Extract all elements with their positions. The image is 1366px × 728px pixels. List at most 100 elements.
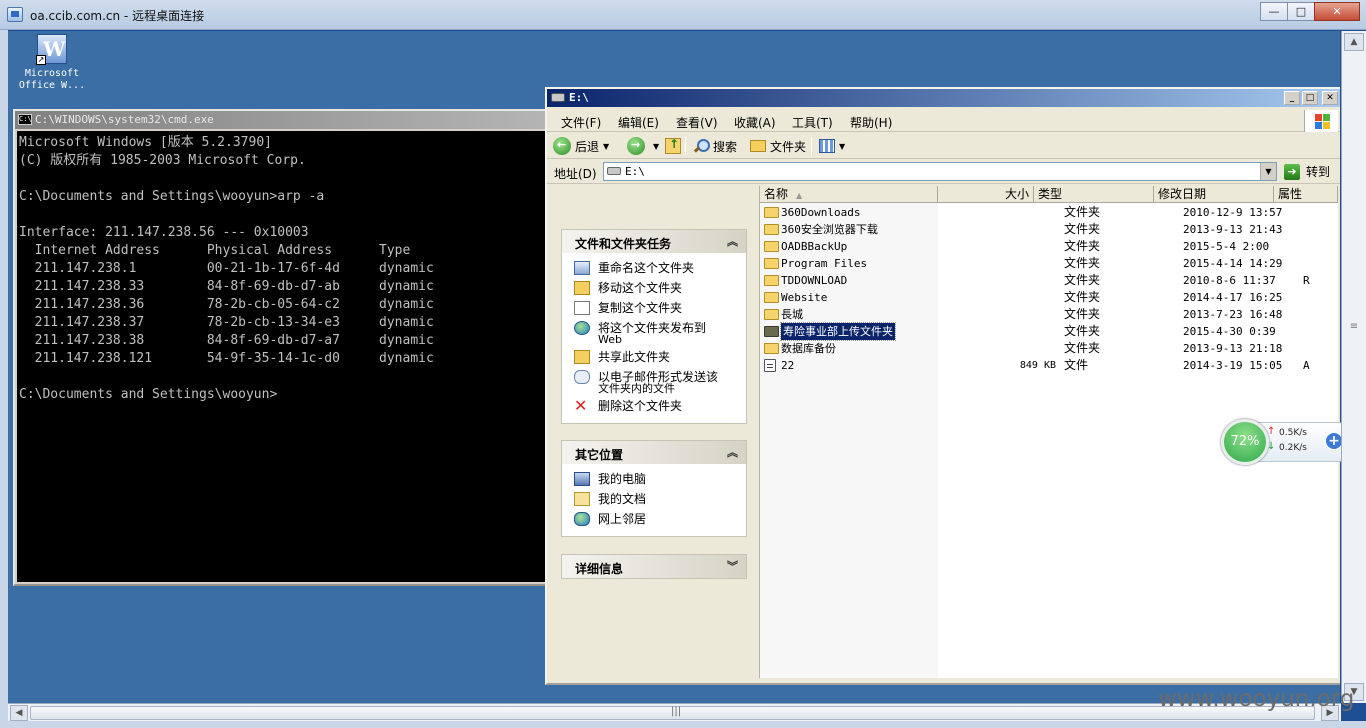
views-button[interactable]: ▼	[819, 136, 845, 156]
column-size[interactable]: 大小	[938, 186, 1034, 203]
task-link[interactable]: 重命名这个文件夹	[574, 259, 746, 279]
rdp-vertical-scrollbar[interactable]: ▲ ≡ ▼	[1341, 31, 1366, 703]
rdp-title-bar[interactable]: oa.ccib.com.cn - 远程桌面连接 — □ ✕	[0, 0, 1366, 30]
explorer-window[interactable]: E:\ _ □ ✕ 文件(F) 编辑(E) 查看(V) 收藏(A) 工具(T) …	[545, 87, 1340, 685]
explorer-minimize-button[interactable]: _	[1284, 91, 1300, 105]
task-link[interactable]: 以电子邮件形式发送该 文件夹内的文件	[574, 368, 746, 397]
menu-edit[interactable]: 编辑(E)	[618, 114, 659, 131]
back-button[interactable]: 后退 ▼	[553, 136, 609, 156]
folder-icon	[764, 309, 779, 320]
collapse-chevron-icon[interactable]: ︽	[727, 444, 738, 460]
file-icon	[764, 359, 776, 372]
scroll-up-icon[interactable]: ▲	[1344, 33, 1364, 51]
task-link-label: 共享此文件夹	[598, 350, 671, 364]
file-row[interactable]: TDDOWNLOAD 文件夹 2010-8-6 11:37 R	[760, 272, 1338, 289]
desktop-icon-word[interactable]: ↗ Microsoft Office W...	[15, 34, 89, 92]
file-row[interactable]: 数据库备份 文件夹 2013-9-13 21:18	[760, 340, 1338, 357]
file-row[interactable]: OADBBackUp 文件夹 2015-5-4 2:00	[760, 238, 1338, 255]
globe-icon	[574, 321, 590, 335]
file-row[interactable]: Program Files 文件夹 2015-4-14 14:29	[760, 255, 1338, 272]
file-row[interactable]: 長城 文件夹 2013-7-23 16:48	[760, 306, 1338, 323]
file-name: TDDOWNLOAD	[781, 274, 848, 287]
column-date[interactable]: 修改日期	[1154, 186, 1274, 203]
task-link-label: 复制这个文件夹	[598, 301, 683, 315]
expand-chevron-icon[interactable]: ︾	[727, 558, 738, 574]
mail-icon	[574, 370, 590, 384]
file-row[interactable]: 360Downloads 文件夹 2010-12-9 13:57	[760, 204, 1338, 221]
places-list: 我的电脑 我的文档 网上邻居	[562, 464, 746, 536]
search-button[interactable]: 搜索	[693, 136, 737, 156]
panel-header[interactable]: 详细信息 ︾	[562, 555, 746, 578]
cmd-window-title: C:\WINDOWS\system32\cmd.exe	[35, 113, 214, 126]
menu-view[interactable]: 查看(V)	[676, 114, 718, 131]
menu-help[interactable]: 帮助(H)	[850, 114, 892, 131]
standard-toolbar: 后退 ▼ ▼ 搜索 文件夹 ▼	[547, 133, 1340, 159]
address-dropdown-icon[interactable]: ▼	[1260, 163, 1276, 180]
toolbar-separator	[685, 137, 686, 155]
column-name[interactable]: 名称 ▲	[760, 186, 938, 203]
rdp-maximize-button[interactable]: □	[1287, 2, 1315, 21]
memory-usage-ball[interactable]: 72%	[1221, 419, 1269, 465]
file-date: 2015-5-4 2:00	[1183, 240, 1270, 253]
scroll-left-icon[interactable]: ◀	[10, 705, 28, 721]
file-row[interactable]: Website 文件夹 2014-4-17 16:25	[760, 289, 1338, 306]
go-arrow-icon: ➔	[1284, 163, 1300, 180]
menu-favorites[interactable]: 收藏(A)	[734, 114, 776, 131]
address-input[interactable]: E:\ ▼	[603, 162, 1277, 181]
menu-tools[interactable]: 工具(T)	[792, 114, 833, 131]
remote-desktop: ↗ Microsoft Office W... C:\ C:\WINDOWS\s…	[8, 31, 1340, 703]
console-line: 211.147.238.37 78-2b-cb-13-34-e3 dynamic	[19, 315, 434, 330]
forward-dropdown-icon[interactable]: ▼	[653, 142, 659, 151]
my-documents-icon	[574, 492, 590, 506]
file-type: 文件夹	[1064, 205, 1101, 219]
explorer-maximize-button[interactable]: □	[1302, 91, 1318, 105]
file-name: 数据库备份	[781, 342, 836, 355]
task-pane: 文件和文件夹任务 ︽ 重命名这个文件夹 移动这个文件夹复制这个文件夹将这个文件夹发…	[549, 186, 757, 678]
cmd-title-bar[interactable]: C:\ C:\WINDOWS\system32\cmd.exe	[15, 111, 551, 129]
explorer-title-bar[interactable]: E:\ _ □ ✕	[547, 89, 1340, 107]
task-link[interactable]: 将这个文件夹发布到 Web	[574, 319, 746, 348]
file-type: 文件夹	[1064, 273, 1101, 287]
place-my-documents[interactable]: 我的文档	[574, 490, 746, 510]
explorer-close-button[interactable]: ✕	[1322, 91, 1338, 105]
file-name: 長城	[781, 308, 803, 321]
cmd-window[interactable]: C:\ C:\WINDOWS\system32\cmd.exe Microsof…	[13, 109, 553, 586]
place-my-computer[interactable]: 我的电脑	[574, 470, 746, 490]
go-button[interactable]: ➔ 转到	[1284, 162, 1330, 181]
scroll-grip-icon: |||	[671, 706, 682, 717]
scroll-thumb[interactable]: |||	[30, 706, 1315, 720]
file-row[interactable]: 22 849 KB 文件 2014-3-19 15:05 A	[760, 357, 1338, 374]
collapse-chevron-icon[interactable]: ︽	[727, 233, 738, 249]
up-folder-button[interactable]	[665, 136, 683, 156]
cmd-console-output[interactable]: Microsoft Windows [版本 5.2.3790] (C) 版权所有 …	[17, 131, 551, 582]
column-type[interactable]: 类型	[1034, 186, 1154, 203]
place-network[interactable]: 网上邻居	[574, 510, 746, 530]
drive-icon	[551, 93, 565, 102]
rdp-horizontal-scrollbar[interactable]: ◀ ||| ▶	[8, 703, 1341, 721]
panel-header[interactable]: 文件和文件夹任务 ︽	[562, 230, 746, 253]
panel-header[interactable]: 其它位置 ︽	[562, 441, 746, 464]
file-rows: 360Downloads 文件夹 2010-12-9 13:57 360安全浏览器下载…	[760, 204, 1338, 374]
desktop-icon-label: Microsoft Office W...	[18, 68, 86, 91]
back-dropdown-icon[interactable]: ▼	[603, 142, 609, 151]
folders-button[interactable]: 文件夹	[750, 136, 806, 156]
file-date: 2013-7-23 16:48	[1183, 308, 1283, 321]
task-link[interactable]: 复制这个文件夹	[574, 299, 746, 319]
menu-file[interactable]: 文件(F)	[561, 114, 601, 131]
file-row[interactable]: 寿险事业部上传文件夹 文件夹 2015-4-30 0:39	[760, 322, 1338, 341]
forward-button[interactable]: ▼	[627, 136, 659, 156]
network-monitor-widget[interactable]: 72% ↑ 0.5K/s ↓ 0.2K/s +	[1221, 419, 1345, 465]
file-row[interactable]: 360安全浏览器下载 文件夹 2013-9-13 21:43	[760, 221, 1338, 238]
file-name: Program Files	[781, 257, 868, 270]
column-attributes[interactable]: 属性	[1274, 186, 1338, 203]
task-link[interactable]: 移动这个文件夹	[574, 279, 746, 299]
scroll-grip-icon[interactable]: ≡	[1344, 321, 1364, 341]
task-link[interactable]: 共享此文件夹	[574, 348, 746, 368]
views-dropdown-icon[interactable]: ▼	[839, 142, 845, 151]
task-link[interactable]: ✕ 删除这个文件夹	[574, 397, 746, 417]
remote-desktop-icon	[7, 7, 23, 22]
rdp-minimize-button[interactable]: —	[1260, 2, 1288, 21]
rdp-window-controls: — □ ✕	[1260, 2, 1360, 21]
rdp-close-button[interactable]: ✕	[1314, 2, 1360, 21]
windows-logo-icon	[1304, 110, 1338, 132]
